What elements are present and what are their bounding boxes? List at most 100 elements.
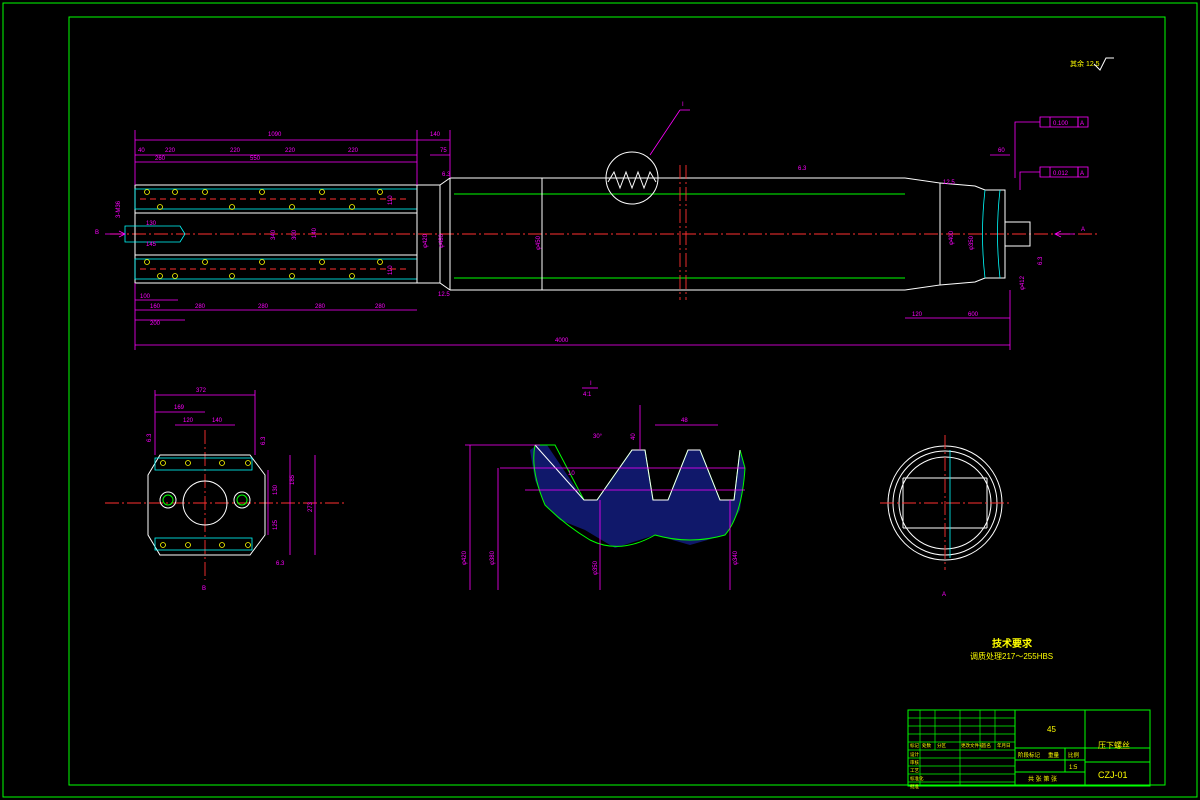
roughness-main-2: 12.5 [438,292,450,298]
dim-vert-5: φ412 [1020,275,1026,290]
roughness-main-1: 6.3 [442,172,451,178]
detail-i: I 4:1 48 30° 40 10 φ420 φ380 φ350 φ340 [462,381,746,590]
dim-bot-3: 280 [195,304,206,310]
dim-vert-0: φ420 [423,233,429,248]
roughness-main-4: 6.3 [1038,256,1044,265]
view-b-dim-7: 125 [273,519,279,530]
inner-frame [68,16,1166,786]
view-b-dim-2: 120 [183,418,194,424]
dim-vert-11: 3-M36 [116,200,122,218]
view-a: A [880,435,1010,598]
detail-i-dim-2: 40 [631,433,637,440]
notes-line-1: 调质处理217～255HBS [970,651,1053,661]
cad-drawing-canvas: 其余 12.5 I 1090 140 40 220 220 220 220 26… [2,2,1198,798]
title-scale-label: 比例 [1068,751,1080,759]
view-b-dim-5: 273 [308,501,314,512]
rev-header-3: 更改文件号 [961,742,984,749]
dim-vert-7: 300 [292,229,298,240]
tolerance-2-value: 0.012 [1053,171,1069,177]
dim-vert-10: 110 [388,265,394,275]
tolerance-frame-2: 0.012 A [1019,166,1089,190]
detail-i-callout: I [682,102,684,108]
dim-vert-2: φ450 [536,235,542,250]
dim-vert-1: φ480 [439,233,445,248]
sign-row-2: 工艺 [910,768,919,773]
section-b-letter: B [95,230,99,236]
sign-row-0: 设计 [910,751,919,758]
detail-i-scale: 4:1 [583,392,592,398]
dim-bot-6: 280 [375,304,386,310]
dim-vert-3: φ400 [949,230,955,245]
detail-i-dim-4: φ420 [462,550,468,565]
dim-vert-13: 145 [146,242,157,248]
dim-bot-2: 200 [150,321,161,327]
view-b-dim-0: 372 [196,388,207,394]
dim-vert-12: 130 [146,221,157,227]
dim-vert-8: 140 [312,227,318,238]
sign-row-4: 批准 [910,783,919,790]
tolerance-2-datum: A [1080,171,1084,177]
title-sheets-label: 共 张 第 张 [1028,775,1057,783]
tolerance-1-value: 0.100 [1053,121,1069,127]
view-b-dim-9: 6.3 [261,436,267,445]
dim-top-4: 220 [230,148,241,154]
detail-i-dim-6: φ350 [593,560,599,575]
view-b-label: B [202,586,206,592]
sign-row-3: 标准化 [910,775,924,782]
dim-bot-5: 280 [315,304,326,310]
dim-bot-9: 600 [968,312,979,318]
dim-top-2: 40 [138,148,145,154]
main-view: I 1090 140 40 220 220 220 220 260 550 75… [95,102,1100,350]
dim-bot-0: 100 [140,294,151,300]
detail-i-title: I [590,381,592,387]
dim-top-10: 60 [998,148,1005,154]
view-b-dim-10: 6.3 [276,561,285,567]
view-b-dim-4: 130 [273,484,279,495]
view-b-dim-8: 6.3 [147,433,153,442]
view-a-label: A [942,592,946,598]
view-b-dim-6: 185 [290,474,296,485]
roughness-main-0: 6.3 [798,166,807,172]
sign-row-1: 审核 [910,759,919,766]
dim-top-8: 550 [250,156,261,162]
technical-notes: 技术要求 调质处理217～255HBS [970,637,1053,661]
dim-top-7: 260 [155,156,166,162]
dim-vert-9: 110 [388,195,394,205]
roughness-corner-text: 其余 12.5 [1070,59,1100,68]
rev-header-1: 处数 [922,742,931,749]
detail-i-dim-5: φ380 [490,550,496,565]
rev-header-4: 签名 [982,742,991,749]
title-part-name: 压下螺丝 [1098,740,1130,750]
title-drawing-no: CZJ-01 [1098,770,1128,780]
rev-header-5: 年月日 [997,742,1011,749]
dim-top-0: 1090 [268,132,282,138]
dim-top-3: 220 [165,148,176,154]
dim-vert-4: φ350 [969,235,975,250]
notes-title: 技术要求 [992,637,1033,650]
dim-top-1: 140 [430,132,441,138]
title-block: 标记 处数 分区 更改文件号 签名 年月日 设计 审核 工艺 标准化 批准 45… [907,709,1151,790]
title-scale: 1:5 [1069,765,1078,771]
view-b-dim-1: 169 [174,405,185,411]
title-material: 45 [1047,725,1056,734]
tolerance-1-datum: A [1080,121,1084,127]
detail-i-dim-1: 30° [593,434,603,440]
view-b: 372 169 120 140 130 273 185 125 6.3 6.3 … [105,388,345,592]
dim-bot-1: 160 [150,304,161,310]
dim-top-9: 75 [440,148,447,154]
title-weight-label: 重量 [1048,751,1060,759]
tolerance-frame-1: 0.100 A [1014,116,1089,178]
roughness-corner-note: 其余 12.5 [1070,57,1114,71]
title-stage-label: 阶段标记 [1018,751,1041,759]
dim-bot-4: 280 [258,304,269,310]
dim-top-5: 220 [285,148,296,154]
view-b-dim-3: 140 [212,418,223,424]
dim-vert-6: 340 [271,229,277,240]
section-a-letter: A [1081,227,1085,233]
detail-i-dim-3: 10 [568,471,575,477]
detail-i-dim-0: 48 [681,418,688,424]
dim-bot-7: 4000 [555,338,569,344]
detail-i-dim-7: φ340 [733,550,739,565]
rev-header-2: 分区 [937,742,946,749]
dim-bot-8: 120 [912,312,923,318]
